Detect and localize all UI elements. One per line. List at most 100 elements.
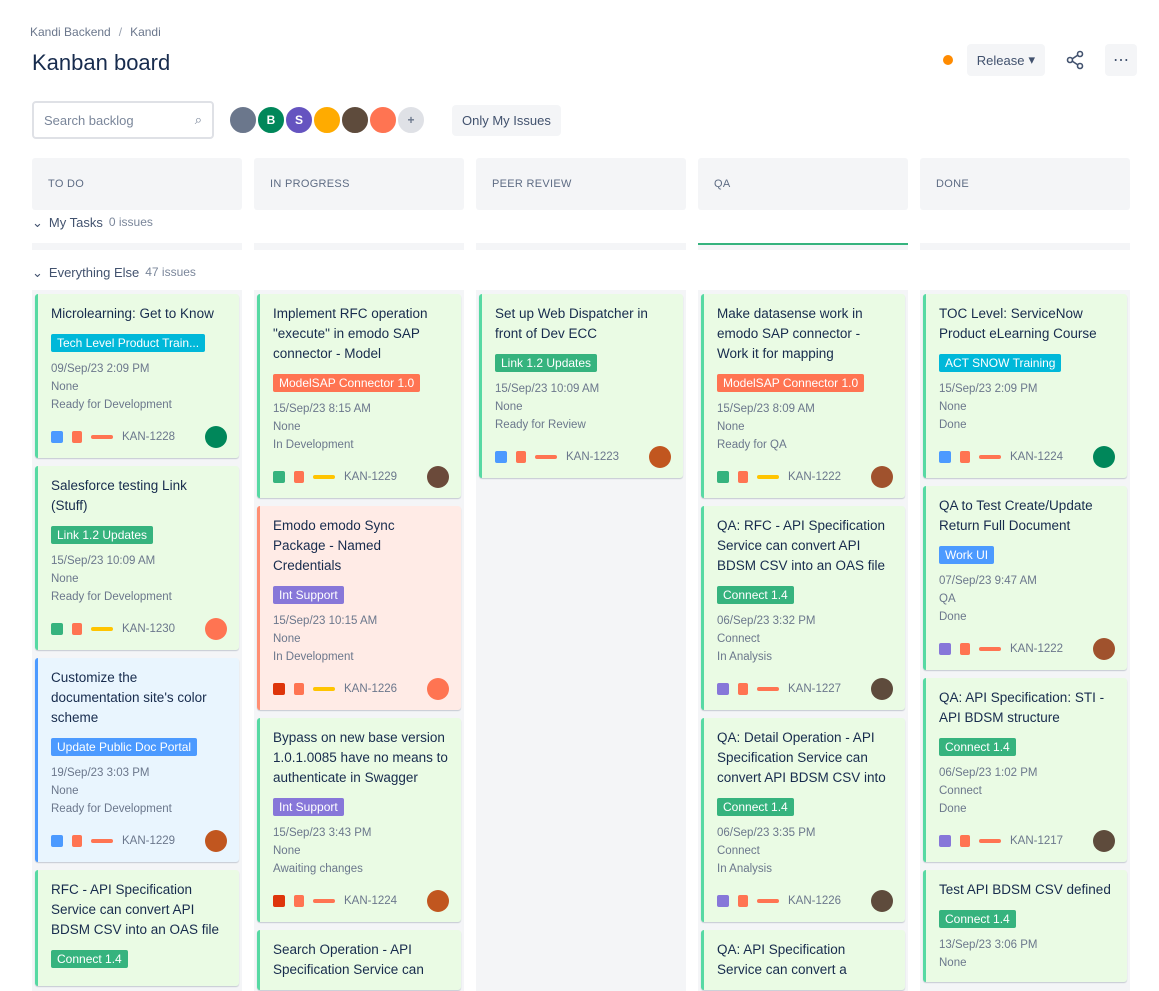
issue-key[interactable]: KAN-1224 bbox=[344, 895, 397, 907]
issue-key[interactable]: KAN-1230 bbox=[122, 623, 175, 635]
avatar[interactable] bbox=[368, 105, 398, 135]
card-footer: KAN-1222 bbox=[717, 466, 893, 488]
issue-key[interactable]: KAN-1223 bbox=[566, 451, 619, 463]
avatar[interactable] bbox=[312, 105, 342, 135]
assignee-avatar[interactable] bbox=[427, 678, 449, 700]
assignee-avatar[interactable] bbox=[427, 890, 449, 912]
card-line2: None bbox=[51, 573, 79, 585]
assignee-avatar[interactable] bbox=[871, 678, 893, 700]
epic-tag: Connect 1.4 bbox=[717, 798, 794, 816]
card-line3: Done bbox=[939, 419, 967, 431]
assignee-avatar[interactable] bbox=[1093, 638, 1115, 660]
card-date: 15/Sep/23 10:09 AM bbox=[51, 555, 156, 567]
issue-card[interactable]: Microlearning: Get to Know Tech Level Pro… bbox=[35, 294, 239, 458]
avatar[interactable]: S bbox=[284, 105, 314, 135]
issue-card[interactable]: Customize the documentation site's color… bbox=[35, 658, 239, 862]
issue-type-icon bbox=[51, 835, 63, 847]
issue-key[interactable]: KAN-1222 bbox=[788, 471, 841, 483]
card-title: Make datasense work in emodo SAP connect… bbox=[717, 306, 863, 361]
board-column: TOC Level: ServiceNow Product eLearning … bbox=[920, 290, 1130, 991]
issue-card[interactable]: Make datasense work in emodo SAP connect… bbox=[701, 294, 905, 498]
issue-card[interactable]: QA: RFC - API Specification Service can … bbox=[701, 506, 905, 710]
priority-icon bbox=[294, 471, 304, 483]
issue-card[interactable]: Salesforce testing Link (Stuff) Link 1.2 … bbox=[35, 466, 239, 650]
issue-card[interactable]: QA to Test Create/Update Return Full Doc… bbox=[923, 486, 1127, 670]
share-button[interactable] bbox=[1059, 44, 1091, 76]
issue-key[interactable]: KAN-1229 bbox=[122, 835, 175, 847]
estimate-bar-icon bbox=[979, 647, 1001, 651]
card-footer: KAN-1228 bbox=[51, 426, 227, 448]
card-date: 19/Sep/23 3:03 PM bbox=[51, 767, 150, 779]
issue-card[interactable]: QA: Detail Operation - API Specification… bbox=[701, 718, 905, 922]
epic-tag: Link 1.2 Updates bbox=[51, 526, 154, 544]
assignee-avatar[interactable] bbox=[205, 830, 227, 852]
only-my-issues-button[interactable]: Only My Issues bbox=[452, 104, 561, 136]
issue-card[interactable]: QA: API Specification Service can conver… bbox=[701, 930, 905, 990]
epic-tag: Connect 1.4 bbox=[939, 738, 1016, 756]
card-date: 06/Sep/23 1:02 PM bbox=[939, 767, 1038, 779]
release-button[interactable]: Release ▾ bbox=[966, 44, 1045, 76]
issue-card[interactable]: Search Operation - API Specification Ser… bbox=[257, 930, 461, 990]
lane-cell bbox=[476, 243, 686, 250]
avatar[interactable]: + bbox=[396, 105, 426, 135]
card-date: 15/Sep/23 3:43 PM bbox=[273, 827, 372, 839]
issue-key[interactable]: KAN-1224 bbox=[1010, 451, 1063, 463]
breadcrumb-project[interactable]: Kandi Backend bbox=[30, 25, 111, 39]
issue-card[interactable]: RFC - API Specification Service can conv… bbox=[35, 870, 239, 986]
issue-card[interactable]: Bypass on new base version 1.0.1.0085 ha… bbox=[257, 718, 461, 922]
estimate-bar-icon bbox=[91, 839, 113, 843]
issue-key[interactable]: KAN-1228 bbox=[122, 431, 175, 443]
issue-card[interactable]: Implement RFC operation "execute" in emo… bbox=[257, 294, 461, 498]
issue-card[interactable]: TOC Level: ServiceNow Product eLearning … bbox=[923, 294, 1127, 478]
issue-key[interactable]: KAN-1226 bbox=[788, 895, 841, 907]
priority-icon bbox=[294, 683, 304, 695]
card-date: 07/Sep/23 9:47 AM bbox=[939, 575, 1037, 587]
avatar[interactable]: B bbox=[256, 105, 286, 135]
issue-key[interactable]: KAN-1227 bbox=[788, 683, 841, 695]
issue-type-icon bbox=[939, 835, 951, 847]
assignee-avatar[interactable] bbox=[1093, 446, 1115, 468]
swimlane-label: My Tasks bbox=[48, 215, 103, 230]
assignee-avatar[interactable] bbox=[205, 426, 227, 448]
card-title: Salesforce testing Link (Stuff) bbox=[51, 478, 187, 513]
issue-key[interactable]: KAN-1226 bbox=[344, 683, 397, 695]
swimlane-count: 0 issues bbox=[108, 215, 153, 229]
card-footer: KAN-1223 bbox=[495, 446, 671, 468]
estimate-bar-icon bbox=[313, 687, 335, 691]
header-actions: Release ▾ ⋯ bbox=[942, 44, 1137, 76]
issue-type-icon bbox=[939, 451, 951, 463]
lane-cell bbox=[32, 243, 242, 250]
search-input[interactable]: Search backlog ⌕ bbox=[32, 101, 214, 139]
issue-key[interactable]: KAN-1217 bbox=[1010, 835, 1063, 847]
priority-icon bbox=[960, 451, 970, 463]
swimlane-count: 47 issues bbox=[145, 265, 196, 279]
issue-card[interactable]: Test API BDSM CSV defined Connect 1.4 13/S… bbox=[923, 870, 1127, 982]
avatar[interactable] bbox=[228, 105, 258, 135]
swimlane-my-tasks[interactable]: ⌄ My Tasks 0 issues bbox=[32, 215, 153, 231]
avatar[interactable] bbox=[340, 105, 370, 135]
assignee-avatar[interactable] bbox=[427, 466, 449, 488]
issue-key[interactable]: KAN-1222 bbox=[1010, 643, 1063, 655]
more-button[interactable]: ⋯ bbox=[1105, 44, 1137, 76]
assignee-avatar[interactable] bbox=[649, 446, 671, 468]
assignee-avatar[interactable] bbox=[871, 466, 893, 488]
card-title: Bypass on new base version 1.0.1.0085 ha… bbox=[273, 730, 448, 785]
issue-card[interactable]: Emodo emodo Sync Package - Named Credent… bbox=[257, 506, 461, 710]
priority-icon bbox=[72, 835, 82, 847]
card-line2: None bbox=[717, 421, 745, 433]
column-headers: TO DO IN PROGRESS PEER REVIEW QA DONE bbox=[32, 158, 1130, 210]
assignee-avatar[interactable] bbox=[1093, 830, 1115, 852]
assignee-avatar[interactable] bbox=[871, 890, 893, 912]
epic-tag: ModelSAP Connector 1.0 bbox=[717, 374, 865, 392]
estimate-bar-icon bbox=[313, 475, 335, 479]
swimlane-everything-else[interactable]: ⌄ Everything Else 47 issues bbox=[32, 265, 196, 281]
card-footer: KAN-1224 bbox=[939, 446, 1115, 468]
card-date: 09/Sep/23 2:09 PM bbox=[51, 363, 150, 375]
breadcrumb-board[interactable]: Kandi bbox=[130, 25, 161, 39]
card-date: 15/Sep/23 10:15 AM bbox=[273, 615, 378, 627]
assignee-avatar[interactable] bbox=[205, 618, 227, 640]
issue-key[interactable]: KAN-1229 bbox=[344, 471, 397, 483]
card-line3: Ready for Review bbox=[495, 419, 586, 431]
issue-card[interactable]: Set up Web Dispatcher in front of Dev EC… bbox=[479, 294, 683, 478]
issue-card[interactable]: QA: API Specification: STI - API BDSM st… bbox=[923, 678, 1127, 862]
